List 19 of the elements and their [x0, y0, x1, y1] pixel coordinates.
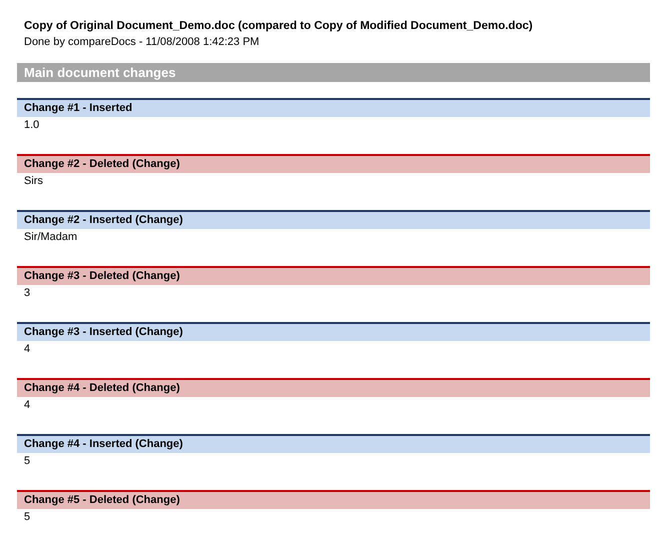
- change-text: 4: [23, 398, 32, 413]
- change-text: 1.0: [23, 118, 40, 133]
- change-text: 5: [23, 510, 32, 525]
- change-text: 4: [23, 342, 32, 357]
- change-heading: Change #3 - Deleted (Change): [17, 266, 650, 285]
- change-heading: Change #4 - Inserted (Change): [17, 434, 650, 453]
- section-heading: Main document changes: [17, 63, 650, 82]
- change-text: Sir/Madam: [23, 230, 78, 245]
- change-heading: Change #2 - Deleted (Change): [17, 154, 650, 173]
- document-subtitle: Done by compareDocs - 11/08/2008 1:42:23 PM: [23, 35, 260, 50]
- change-text: 5: [23, 454, 32, 469]
- change-heading: Change #4 - Deleted (Change): [17, 378, 650, 397]
- change-heading: Change #2 - Inserted (Change): [17, 210, 650, 229]
- change-heading: Change #5 - Deleted (Change): [17, 490, 650, 509]
- change-text: 3: [23, 286, 32, 301]
- change-heading: Change #3 - Inserted (Change): [17, 322, 650, 341]
- document-title: Copy of Original Document_Demo.doc (compared to Copy of Modified Document_Demo.doc): [23, 19, 534, 34]
- change-heading: Change #1 - Inserted: [17, 98, 650, 117]
- change-text: Sirs: [23, 174, 44, 189]
